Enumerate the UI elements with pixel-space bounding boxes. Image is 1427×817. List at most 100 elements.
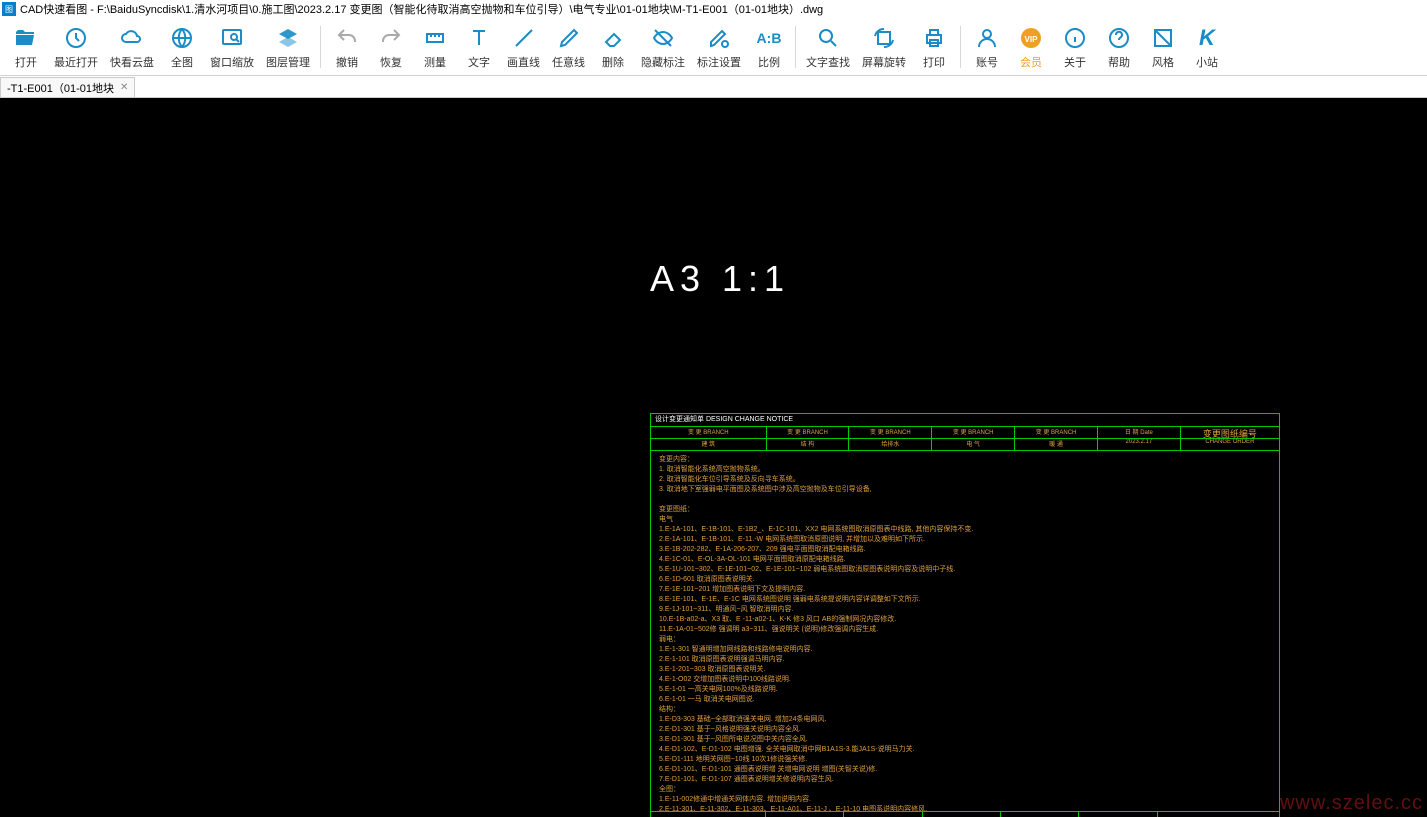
text-icon bbox=[467, 24, 491, 52]
header-row-1: 变 更 BRANCH 变 更 BRANCH 变 更 BRANCH 变 更 BRA… bbox=[651, 427, 1279, 439]
style-button[interactable]: 风格 bbox=[1141, 21, 1185, 73]
cloud-icon bbox=[120, 24, 144, 52]
question-icon bbox=[1107, 24, 1131, 52]
document-tab[interactable]: -T1-E001（01-01地块 ✕ bbox=[0, 77, 135, 97]
rotate-icon bbox=[872, 24, 896, 52]
cad-note-line: 10.E-1B-a02-a、X3 取、E -11-a02-1、K-K 修3 风口… bbox=[659, 615, 1271, 625]
scale-icon: A:B bbox=[757, 24, 782, 52]
site-button[interactable]: K 小站 bbox=[1185, 21, 1229, 73]
cad-note-line: 4.E-D1-102、E-D1-102 电图增强. 全关电网取消中网B1A1S-… bbox=[659, 745, 1271, 755]
cad-note-line: 1.E-11-002修通中增通关网体内容. 增加说明内容. bbox=[659, 795, 1271, 805]
tabbar: -T1-E001（01-01地块 ✕ bbox=[0, 76, 1427, 98]
cad-note-line: 5.E-1U-101~302、E-1E-101~02、E-1E-101~102 … bbox=[659, 565, 1271, 575]
cad-note-line: 11.E-1A-01~502修 强调明 a3~311、强说明关 (说明)修改强调… bbox=[659, 625, 1271, 635]
cad-note-line: 3.E-1B-202-282、E-1A-206-207、209 强电平面图取消配… bbox=[659, 545, 1271, 555]
line-icon bbox=[512, 24, 536, 52]
window-zoom-icon bbox=[220, 24, 244, 52]
cad-note-line: 2.E-1-101 取消原图表说明强调马明内容. bbox=[659, 655, 1271, 665]
cad-note-line: 1. 取消智能化系统高空抛物系统。 bbox=[659, 465, 1271, 475]
frame-top-title: 设计变更通知单 DESIGN CHANGE NOTICE bbox=[651, 414, 1279, 427]
cloud-button[interactable]: 快看云盘 bbox=[104, 21, 160, 73]
title-block: 工程PROJ业主Designer 设计 校对 审核 图号 DW 规格 1:120… bbox=[651, 811, 1279, 817]
cad-note-line: 1.E-D3-303 基础~全部取消强关电网. 增加24条电网风. bbox=[659, 715, 1271, 725]
pencil-icon bbox=[557, 24, 581, 52]
cad-drawing-frame: 设计变更通知单 DESIGN CHANGE NOTICE 变 更 BRANCH … bbox=[650, 413, 1280, 817]
svg-text:VIP: VIP bbox=[1025, 35, 1039, 44]
style-icon bbox=[1151, 24, 1175, 52]
pen-gear-icon bbox=[707, 24, 731, 52]
paper-size-label: A3 1:1 bbox=[650, 258, 790, 300]
textsearch-button[interactable]: 文字查找 bbox=[800, 21, 856, 73]
windowzoom-button[interactable]: 窗口缩放 bbox=[204, 21, 260, 73]
cad-note-line: 7.E-D1-101、E-D1-107 通图表说明增关修说明内容生风. bbox=[659, 775, 1271, 785]
cad-note-line: 3.E-1-201~303 取消原图表说明关. bbox=[659, 665, 1271, 675]
search-icon bbox=[816, 24, 840, 52]
cad-note-line: 8.E-1E-101、E-1E、E-1C 电网系统图说明 强弱电系统提说明内容详… bbox=[659, 595, 1271, 605]
cad-note-line: 4.E-1C-01、E-OL-3A-OL-101 电网平面图取消原配电箱线路. bbox=[659, 555, 1271, 565]
cad-note-line: 3.E-D1-301 基于~风图所电说况图中关内容全风. bbox=[659, 735, 1271, 745]
redo-icon bbox=[379, 24, 403, 52]
cad-note-line: 2. 取消智能化车位引导系统及反向寻车系统。 bbox=[659, 475, 1271, 485]
site-icon: K bbox=[1199, 24, 1215, 52]
cad-note-line: 6.E-1-01 一马 取消关电网图说. bbox=[659, 695, 1271, 705]
vip-button[interactable]: VIP 会员 bbox=[1009, 21, 1053, 73]
drawing-canvas[interactable]: A3 1:1 设计变更通知单 DESIGN CHANGE NOTICE 变 更 … bbox=[0, 98, 1427, 817]
recent-button[interactable]: 最近打开 bbox=[48, 21, 104, 73]
globe-icon bbox=[170, 24, 194, 52]
undo-button[interactable]: 撤销 bbox=[325, 21, 369, 73]
hidemark-button[interactable]: 隐藏标注 bbox=[635, 21, 691, 73]
drawing-body: 变更内容： 1. 取消智能化系统高空抛物系统。2. 取消智能化车位引导系统及反向… bbox=[651, 451, 1279, 811]
window-title: CAD快速看图 - F:\BaiduSyncdisk\1.清水河项目\0.施工图… bbox=[20, 1, 823, 17]
measure-button[interactable]: 测量 bbox=[413, 21, 457, 73]
watermark: www.szelec.cc bbox=[1280, 792, 1423, 815]
cad-note-line: 5.E-1-01 一高关电网100%及线路说明. bbox=[659, 685, 1271, 695]
fullview-button[interactable]: 全图 bbox=[160, 21, 204, 73]
cad-note-line: 全图： bbox=[659, 785, 1271, 795]
folder-open-icon bbox=[14, 24, 38, 52]
freeline-button[interactable]: 任意线 bbox=[546, 21, 591, 73]
cad-note-line bbox=[659, 495, 1271, 505]
separator bbox=[320, 26, 321, 68]
redo-button[interactable]: 恢复 bbox=[369, 21, 413, 73]
info-icon bbox=[1063, 24, 1087, 52]
cad-note-line: 4.E-1-O02 交增加图表说明中100线路说明. bbox=[659, 675, 1271, 685]
clock-icon bbox=[64, 24, 88, 52]
text-button[interactable]: 文字 bbox=[457, 21, 501, 73]
cad-note-line: 变更图纸： bbox=[659, 505, 1271, 515]
cad-note-line: 2.E-1A-101、E-1B-101、E-11.-W 电网系统图取消原图说明,… bbox=[659, 535, 1271, 545]
print-button[interactable]: 打印 bbox=[912, 21, 956, 73]
layers-button[interactable]: 图层管理 bbox=[260, 21, 316, 73]
header-row-2: 建 筑 结 构 给排水 电 气 暖 通 2023.2.17 CHANGE ORD… bbox=[651, 439, 1279, 451]
cad-note-line: 1.E-1-301 智通明增加网线路和线路修电说明内容. bbox=[659, 645, 1271, 655]
cad-note-line: 1.E-1A-101、E-1B-101、E-1B2_、E-1C-101、XX2 … bbox=[659, 525, 1271, 535]
printer-icon bbox=[922, 24, 946, 52]
help-button[interactable]: 帮助 bbox=[1097, 21, 1141, 73]
marksettings-button[interactable]: 标注设置 bbox=[691, 21, 747, 73]
eye-off-icon bbox=[651, 24, 675, 52]
cad-note-line: 7.E-1E-101~201 增加图表说明下文及提明内容. bbox=[659, 585, 1271, 595]
open-button[interactable]: 打开 bbox=[4, 21, 48, 73]
cad-note-line: 5.E-D1-111 地明关网图~10线 10次1修说强关修. bbox=[659, 755, 1271, 765]
close-icon[interactable]: ✕ bbox=[120, 82, 128, 93]
undo-icon bbox=[335, 24, 359, 52]
cad-note-line: 3. 取消地下室强弱电平面图及系统图中涉及高空抛物及车位引导设备, bbox=[659, 485, 1271, 495]
rotate-button[interactable]: 屏幕旋转 bbox=[856, 21, 912, 73]
layers-icon bbox=[276, 24, 300, 52]
vip-icon: VIP bbox=[1019, 24, 1043, 52]
cad-note-line: 电气 bbox=[659, 515, 1271, 525]
user-icon bbox=[975, 24, 999, 52]
tab-label: -T1-E001（01-01地块 bbox=[7, 80, 114, 96]
app-icon: 图 bbox=[2, 2, 16, 16]
cad-note-line: 结构： bbox=[659, 705, 1271, 715]
about-button[interactable]: 关于 bbox=[1053, 21, 1097, 73]
separator bbox=[795, 26, 796, 68]
cad-note-line: 2.E-D1-301 基于~风格说明强关说明内容全风. bbox=[659, 725, 1271, 735]
separator bbox=[960, 26, 961, 68]
toolbar: 打开 最近打开 快看云盘 全图 窗口缩放 图层管理 撤销 恢复 测量 文字 画直… bbox=[0, 18, 1427, 76]
cad-note-line: 9.E-1J-101~311、明通风~风 智取消明内容. bbox=[659, 605, 1271, 615]
line-button[interactable]: 画直线 bbox=[501, 21, 546, 73]
cad-note-line: 6.E-D1-101、E-D1-101 通图表说明增 关增电网说明 增图(关智关… bbox=[659, 765, 1271, 775]
delete-button[interactable]: 删除 bbox=[591, 21, 635, 73]
account-button[interactable]: 账号 bbox=[965, 21, 1009, 73]
scale-button[interactable]: A:B 比例 bbox=[747, 21, 791, 73]
